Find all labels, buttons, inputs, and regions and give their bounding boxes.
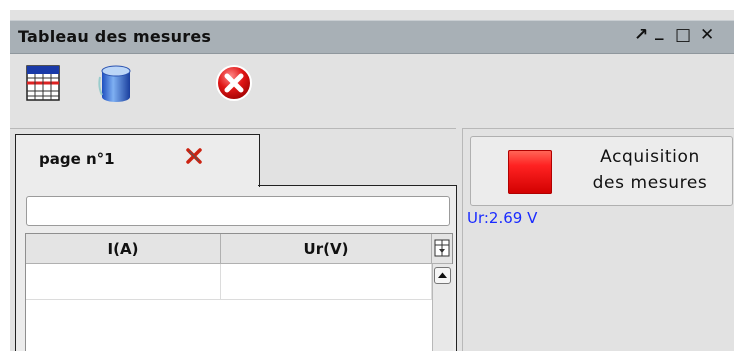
column-selector-icon	[434, 239, 450, 257]
column-selector-button[interactable]	[432, 234, 452, 264]
close-window-button[interactable]: ✕	[700, 25, 714, 45]
table-cell[interactable]	[221, 264, 432, 300]
acquisition-button[interactable]: Acquisition des mesures	[470, 136, 733, 206]
column-header-current[interactable]: I(A)	[26, 234, 221, 264]
search-input[interactable]	[26, 196, 450, 226]
table-cell[interactable]	[26, 264, 221, 300]
acquisition-panel: Acquisition des mesures Ur:2.69 V	[462, 128, 734, 351]
measurement-table: I(A) Ur(V)	[25, 233, 453, 351]
maximize-button[interactable]: □	[675, 25, 691, 45]
acquisition-label: Acquisition des mesures	[570, 144, 730, 196]
window-title: Tableau des mesures	[18, 27, 212, 46]
database-icon[interactable]	[98, 63, 134, 103]
table-grid-icon[interactable]	[26, 65, 60, 101]
tab-page-1[interactable]: page n°1	[15, 134, 260, 187]
pin-icon[interactable]: ↗	[634, 25, 648, 45]
tab-divider	[258, 185, 456, 186]
red-indicator-icon	[508, 150, 552, 194]
column-header-voltage[interactable]: Ur(V)	[221, 234, 432, 264]
window-titlebar: Tableau des mesures ↗ _ □ ✕	[10, 20, 734, 54]
arrow-up-icon	[438, 272, 447, 278]
measurement-readout: Ur:2.69 V	[467, 209, 538, 227]
table-panel: page n°1 I(A) Ur(V)	[10, 128, 457, 351]
vertical-scrollbar[interactable]	[432, 264, 453, 351]
minimize-button[interactable]: _	[655, 21, 664, 41]
tab-label: page n°1	[39, 150, 115, 168]
close-red-icon[interactable]	[214, 63, 254, 103]
scroll-up-button[interactable]	[434, 267, 451, 284]
tab-border	[456, 185, 457, 351]
measurement-table-window: Tableau des mesures ↗ _ □ ✕ page n°1 I(A…	[10, 10, 734, 351]
tab-close-icon[interactable]	[184, 146, 204, 166]
acquisition-label-line1: Acquisition	[600, 147, 700, 167]
acquisition-label-line2: des mesures	[592, 173, 708, 193]
toolbar	[10, 53, 734, 128]
